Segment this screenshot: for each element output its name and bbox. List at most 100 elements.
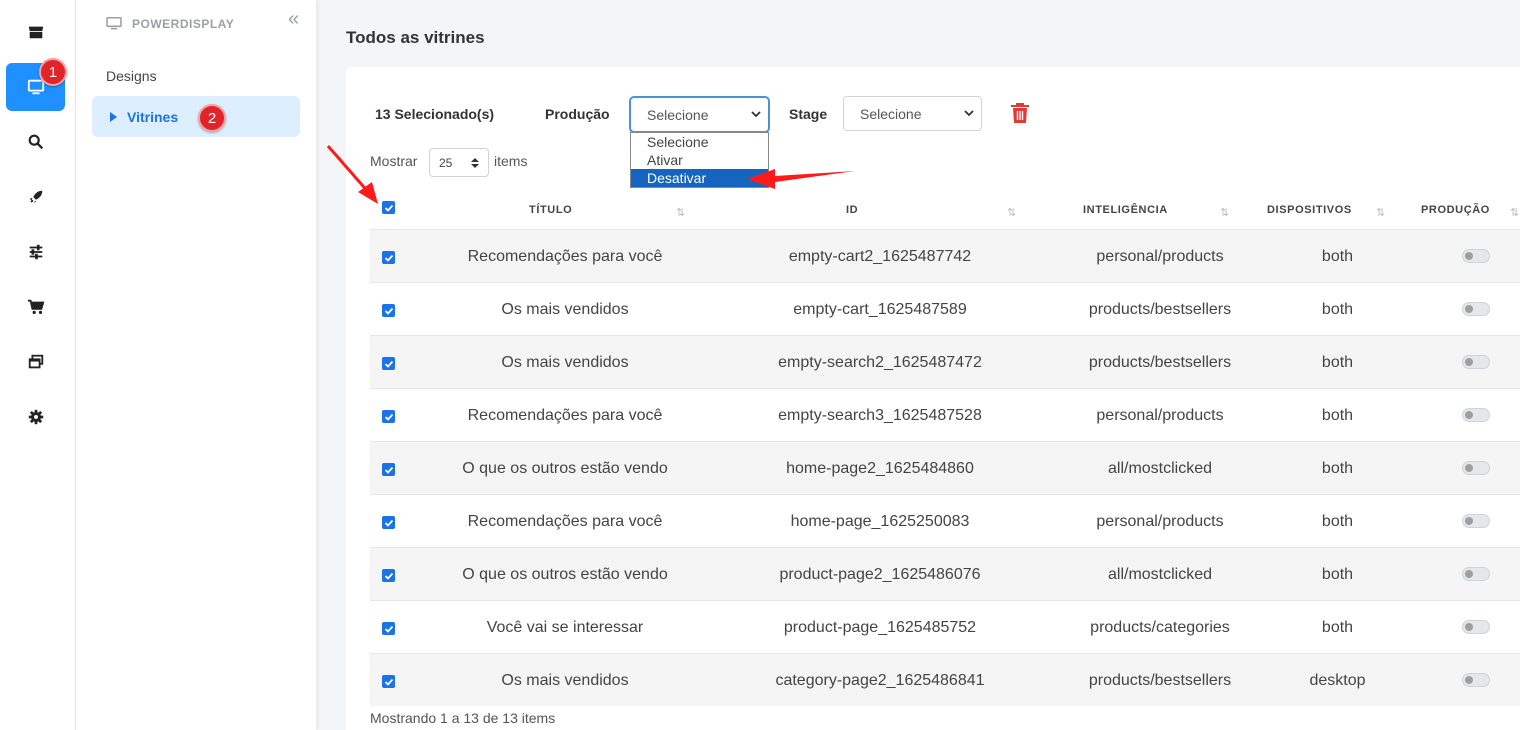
cell-inteligencia: products/bestsellers xyxy=(1088,354,1232,371)
column-header-inteligencia[interactable]: INTELIGÊNCIA xyxy=(1083,204,1168,216)
producao-dropdown-list: Selecione Ativar Desativar xyxy=(630,132,769,188)
producao-toggle[interactable] xyxy=(1462,514,1490,528)
cell-id: category-page2_1625486841 xyxy=(775,672,985,689)
subnav-section-title: POWERDISPLAY xyxy=(132,17,235,31)
dropdown-option-ativar[interactable]: Ativar xyxy=(631,151,768,169)
row-checkbox[interactable] xyxy=(382,410,395,423)
row-checkbox[interactable] xyxy=(382,569,395,582)
rail-search[interactable] xyxy=(6,118,65,166)
cell-titulo: Recomendações para você xyxy=(467,513,663,530)
dropdown-option-selecione[interactable]: Selecione xyxy=(631,133,768,151)
table-row[interactable]: Recomendações para você home-page_1625250… xyxy=(370,494,1520,547)
producao-toggle[interactable] xyxy=(1462,249,1490,263)
stage-select[interactable]: Selecione xyxy=(843,96,982,131)
cell-titulo: Recomendações para você xyxy=(467,248,663,265)
column-header-id[interactable]: ID xyxy=(846,204,858,216)
producao-toggle[interactable] xyxy=(1462,620,1490,634)
table-row[interactable]: Os mais vendidos category-page2_162548684… xyxy=(370,653,1520,706)
cell-inteligencia: products/bestsellers xyxy=(1088,301,1232,318)
cell-titulo: Recomendações para você xyxy=(467,407,663,424)
producao-toggle[interactable] xyxy=(1462,355,1490,369)
pagination-summary: Mostrando 1 a 13 de 13 items xyxy=(370,710,556,726)
rail-cart[interactable] xyxy=(6,283,65,331)
sort-arrows-icon[interactable]: ⇅ xyxy=(1220,206,1229,219)
row-checkbox[interactable] xyxy=(382,516,395,529)
cell-id: home-page2_1625484860 xyxy=(786,460,974,477)
sort-arrows-icon[interactable]: ⇅ xyxy=(1510,206,1519,219)
cell-inteligencia: all/mostclicked xyxy=(1107,566,1213,583)
store-icon xyxy=(28,26,43,39)
check-icon xyxy=(384,625,393,633)
page-size-value: 25 xyxy=(439,155,453,170)
collapse-sidebar-icon[interactable]: « xyxy=(288,8,299,31)
cell-titulo: Você vai se interessar xyxy=(486,619,644,636)
producao-select[interactable]: Selecione xyxy=(630,97,769,132)
row-checkbox[interactable] xyxy=(382,622,395,635)
dropdown-option-desativar[interactable]: Desativar xyxy=(631,169,768,187)
cell-id: empty-search3_1625487528 xyxy=(778,407,982,424)
rocket-icon xyxy=(29,190,42,204)
check-icon xyxy=(384,466,393,474)
rail-store[interactable] xyxy=(6,8,65,56)
row-checkbox[interactable] xyxy=(382,675,395,688)
producao-toggle[interactable] xyxy=(1462,673,1490,687)
cell-titulo: Os mais vendidos xyxy=(501,301,629,318)
select-all-checkbox[interactable] xyxy=(382,201,395,214)
sort-arrows-icon[interactable]: ⇅ xyxy=(676,206,685,219)
check-icon xyxy=(384,572,393,580)
icon-rail: 1 xyxy=(0,0,76,730)
rail-gear[interactable] xyxy=(6,393,65,441)
column-header-titulo[interactable]: TÍTULO xyxy=(529,204,572,216)
sort-arrows-icon[interactable]: ⇅ xyxy=(1007,206,1016,219)
table-row[interactable]: O que os outros estão vendo product-page2… xyxy=(370,547,1520,600)
column-header-producao[interactable]: PRODUÇÃO xyxy=(1421,204,1490,216)
cell-dispositivos: both xyxy=(1321,301,1354,318)
cell-titulo: Os mais vendidos xyxy=(501,354,629,371)
cell-inteligencia: personal/products xyxy=(1096,248,1224,265)
check-icon xyxy=(384,360,393,368)
sort-updown-icon xyxy=(471,158,479,168)
cell-dispositivos: both xyxy=(1321,566,1354,583)
cell-id: product-page_1625485752 xyxy=(783,619,977,636)
page-size-select[interactable]: 25 xyxy=(429,148,489,177)
monitor-icon xyxy=(106,17,122,30)
cell-dispositivos: both xyxy=(1321,619,1354,636)
producao-toggle[interactable] xyxy=(1462,408,1490,422)
table-row[interactable]: Recomendações para você empty-search3_162… xyxy=(370,388,1520,441)
cell-dispositivos: both xyxy=(1321,407,1354,424)
row-checkbox[interactable] xyxy=(382,463,395,476)
producao-toggle[interactable] xyxy=(1462,461,1490,475)
table-row[interactable]: O que os outros estão vendo home-page2_16… xyxy=(370,441,1520,494)
chevron-down-icon xyxy=(751,111,761,118)
row-checkbox[interactable] xyxy=(382,357,395,370)
sort-arrows-icon[interactable]: ⇅ xyxy=(1376,206,1385,219)
trash-icon[interactable] xyxy=(1010,102,1030,124)
row-checkbox[interactable] xyxy=(382,304,395,317)
cell-id: empty-cart_1625487589 xyxy=(793,301,967,318)
cell-dispositivos: both xyxy=(1321,460,1354,477)
cell-dispositivos: desktop xyxy=(1309,672,1366,689)
row-checkbox[interactable] xyxy=(382,251,395,264)
subnav-item-designs[interactable]: Designs xyxy=(106,68,157,84)
producao-toggle[interactable] xyxy=(1462,302,1490,316)
annotation-badge-2: 2 xyxy=(198,104,226,132)
table-row[interactable]: Os mais vendidos empty-cart_1625487589 pro… xyxy=(370,282,1520,335)
producao-toggle[interactable] xyxy=(1462,567,1490,581)
sliders-icon xyxy=(29,244,42,260)
rail-rocket[interactable] xyxy=(6,173,65,221)
cell-titulo: O que os outros estão vendo xyxy=(462,460,668,477)
table-row[interactable]: Você vai se interessar product-page_16254… xyxy=(370,600,1520,653)
subnav-item-vitrines-label: Vitrines xyxy=(127,108,179,125)
cell-inteligencia: personal/products xyxy=(1096,407,1224,424)
subnav-item-vitrines[interactable]: Vitrines xyxy=(92,96,300,137)
rail-windows[interactable] xyxy=(6,338,65,386)
selected-count: 13 Selecionado(s) xyxy=(375,106,495,122)
column-header-dispositivos[interactable]: DISPOSITIVOS xyxy=(1267,204,1352,216)
table-row[interactable]: Recomendações para você empty-cart2_16254… xyxy=(370,229,1520,282)
show-label: Mostrar xyxy=(370,153,418,169)
stage-label: Stage xyxy=(789,106,828,122)
table-row[interactable]: Os mais vendidos empty-search2_1625487472… xyxy=(370,335,1520,388)
cell-titulo: O que os outros estão vendo xyxy=(462,566,668,583)
cart-icon xyxy=(27,299,44,315)
rail-settings-sliders[interactable] xyxy=(6,228,65,276)
